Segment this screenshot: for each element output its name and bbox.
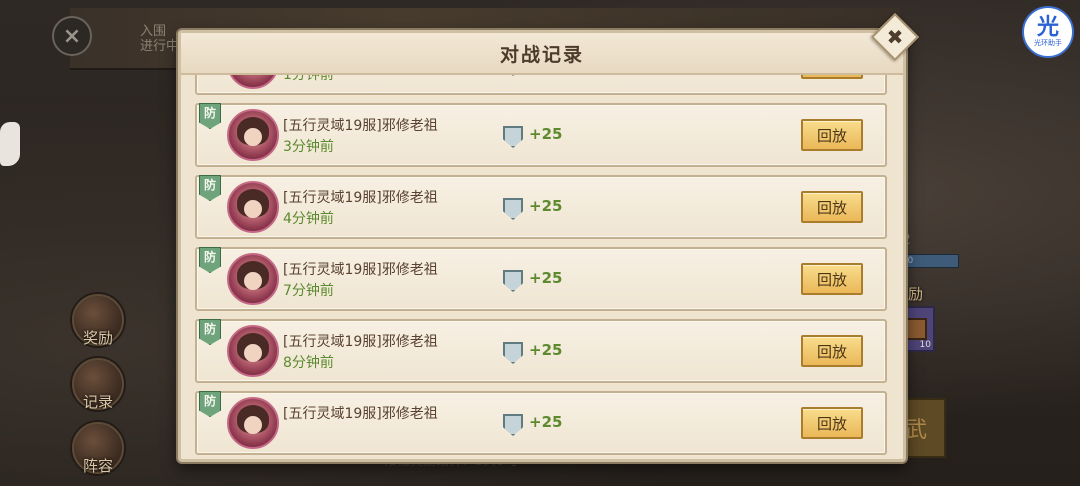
shield-icon [503,198,523,220]
record-time: 3分钟前 [283,139,334,155]
side-button-record[interactable]: 记录 [72,358,124,411]
side-button-record-label: 记录 [82,393,113,411]
avatar-face [244,272,262,290]
side-button-lineup[interactable]: 阵容 [72,422,124,475]
replay-button[interactable]: 回放 [801,407,863,439]
opponent-name: [五行灵域19服]邪修老祖 [283,262,438,278]
score-change: +25 [529,413,563,431]
avatar-face [244,200,262,218]
avatar-face [244,416,262,434]
replay-button[interactable]: 回放 [801,75,863,79]
side-button-lineup-label: 阵容 [82,457,113,475]
record-list[interactable]: 防[五行灵域19服]邪修老祖1分钟前+25回放防[五行灵域19服]邪修老祖3分钟… [195,75,887,455]
opponent-avatar[interactable] [227,181,279,233]
record-row: 防 [五行灵域19服]邪修老祖 +25 回放 [195,391,887,455]
record-row: 防 [五行灵域19服]邪修老祖 8分钟前 +25 回放 [195,319,887,383]
opponent-avatar[interactable] [227,397,279,449]
opponent-avatar[interactable] [227,75,279,89]
defense-badge-icon: 防 [199,319,221,345]
background-top-text: 入围 进行中 [140,24,180,54]
defense-badge-icon: 防 [199,103,221,129]
background-close-icon: × [52,16,92,56]
opponent-avatar[interactable] [227,109,279,161]
opponent-avatar[interactable] [227,253,279,305]
logo-caption: 光环助手 [1034,38,1062,47]
opponent-name: [五行灵域19服]邪修老祖 [283,334,438,350]
record-list-inner: 防[五行灵域19服]邪修老祖1分钟前+25回放防[五行灵域19服]邪修老祖3分钟… [195,75,887,455]
replay-button[interactable]: 回放 [801,191,863,223]
record-row: 防[五行灵域19服]邪修老祖1分钟前+25回放 [195,75,887,95]
score-change: +25 [529,125,563,143]
dialog-header: 对战记录 [181,33,903,75]
chest-count: 10 [919,340,931,350]
replay-button[interactable]: 回放 [801,119,863,151]
side-button-reward[interactable]: 奖励 [72,294,124,347]
score-change: +25 [529,341,563,359]
score-change: +25 [529,197,563,215]
close-icon: ✖ [886,25,904,49]
app-logo: 光 光环助手 [1022,6,1074,58]
defense-badge-icon: 防 [199,247,221,273]
opponent-name: [五行灵域19服]邪修老祖 [283,118,438,134]
defense-badge-icon: 防 [199,175,221,201]
battle-record-dialog: 对战记录 防[五行灵域19服]邪修老祖1分钟前+25回放防[五行灵域19服]邪修… [178,30,906,462]
shield-icon [503,342,523,364]
record-time: 8分钟前 [283,355,334,371]
record-row: 防 [五行灵域19服]邪修老祖 7分钟前 +25 回放 [195,247,887,311]
dialog-title: 对战记录 [499,43,584,66]
opponent-name: [五行灵域19服]邪修老祖 [283,406,438,422]
record-time: 4分钟前 [283,211,334,227]
replay-button[interactable]: 回放 [801,335,863,367]
opponent-avatar[interactable] [227,325,279,377]
replay-button[interactable]: 回放 [801,263,863,295]
shield-icon [503,75,523,76]
defense-badge-icon: 防 [199,391,221,417]
shield-icon [503,126,523,148]
record-row: 防 [五行灵域19服]邪修老祖 4分钟前 +25 回放 [195,175,887,239]
record-time: 1分钟前 [283,75,334,83]
side-button-reward-label: 奖励 [82,329,113,347]
avatar-face [244,344,262,362]
opponent-name: [五行灵域19服]邪修老祖 [283,190,438,206]
shield-icon [503,414,523,436]
avatar-face [244,128,262,146]
shield-icon [503,270,523,292]
record-row: 防 [五行灵域19服]邪修老祖 3分钟前 +25 回放 [195,103,887,167]
logo-glyph: 光 [1036,14,1059,40]
record-time: 7分钟前 [283,283,334,299]
score-change: +25 [529,269,563,287]
left-mascot-icon [0,122,20,166]
